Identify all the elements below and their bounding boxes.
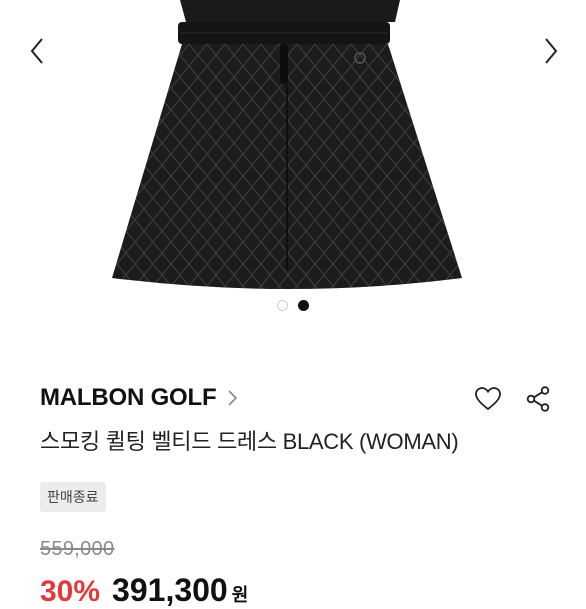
chevron-left-icon <box>30 38 43 64</box>
product-image-dress <box>112 0 462 289</box>
product-image-gallery[interactable] <box>0 0 586 330</box>
brand-link[interactable]: MALBON GOLF <box>40 384 238 412</box>
share-button[interactable] <box>524 384 552 414</box>
carousel-pagination <box>0 300 586 314</box>
carousel-dot-active[interactable] <box>298 300 309 311</box>
heart-icon <box>475 387 501 411</box>
carousel-prev-button[interactable] <box>22 34 52 68</box>
currency-unit: 원 <box>231 585 249 605</box>
carousel-next-button[interactable] <box>536 34 566 68</box>
status-badge: 판매종료 <box>40 482 106 512</box>
like-button[interactable] <box>474 384 502 414</box>
product-actions <box>474 384 552 414</box>
price-row: 30% 391,300 원 <box>40 572 248 609</box>
carousel-dot[interactable] <box>277 300 288 311</box>
sale-price: 391,300 <box>112 572 228 608</box>
chevron-right-icon <box>545 38 558 64</box>
discount-rate: 30% <box>40 575 101 608</box>
product-title: 스모킹 퀼팅 벨티드 드레스 BLACK (WOMAN) <box>40 429 459 454</box>
brand-name: MALBON GOLF <box>40 384 217 411</box>
original-price: 559,000 <box>40 538 115 560</box>
chevron-right-icon <box>228 390 238 406</box>
share-icon <box>526 386 550 412</box>
